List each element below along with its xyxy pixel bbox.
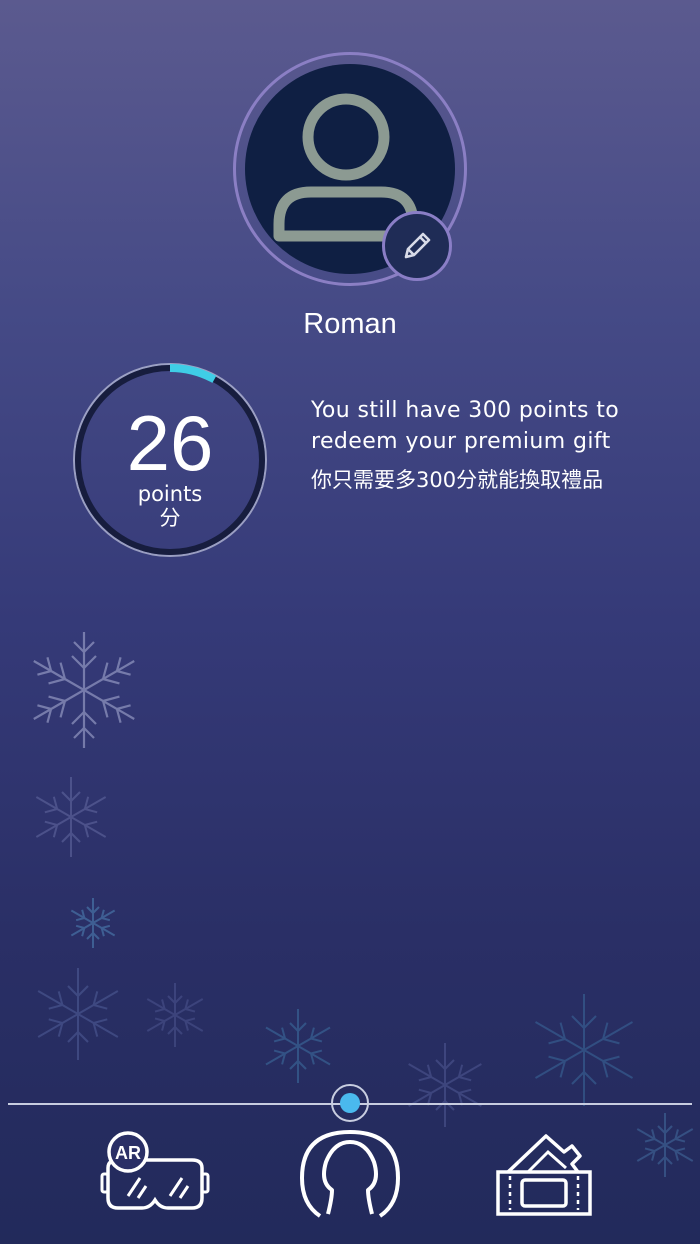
- redeem-message: You still have 300 points to redeem your…: [311, 398, 620, 454]
- username: Roman: [303, 308, 397, 340]
- profile-head-icon: [299, 1129, 401, 1218]
- snowflake-decoration: [66, 896, 120, 950]
- ar-headset-icon: AR: [100, 1131, 210, 1210]
- tickets-icon: [496, 1134, 592, 1216]
- points-unit-label-cn: 分: [159, 506, 181, 530]
- snowflake-decoration: [400, 1040, 490, 1130]
- snowflake-decoration: [630, 1110, 700, 1180]
- nav-profile-button[interactable]: [298, 1126, 402, 1220]
- edit-avatar-button[interactable]: [382, 211, 452, 281]
- pencil-icon: [404, 232, 431, 259]
- snowflake-decoration: [258, 1006, 338, 1086]
- nav-ar-button[interactable]: AR: [98, 1130, 213, 1220]
- snowflake-decoration: [140, 980, 210, 1050]
- snowflake-decoration: [28, 964, 128, 1064]
- points-value: 26: [126, 399, 214, 487]
- redeem-message-cn: 你只需要多300分就能換取禮品: [311, 468, 604, 492]
- nav-tickets-button[interactable]: [494, 1130, 594, 1218]
- ar-badge: AR: [115, 1143, 141, 1163]
- snowflake-decoration: [22, 628, 146, 752]
- nav-indicator-dot: [340, 1093, 360, 1113]
- snowflake-decoration: [28, 774, 114, 860]
- snowflake-decoration: [524, 990, 644, 1110]
- points-unit-label: points: [137, 482, 203, 506]
